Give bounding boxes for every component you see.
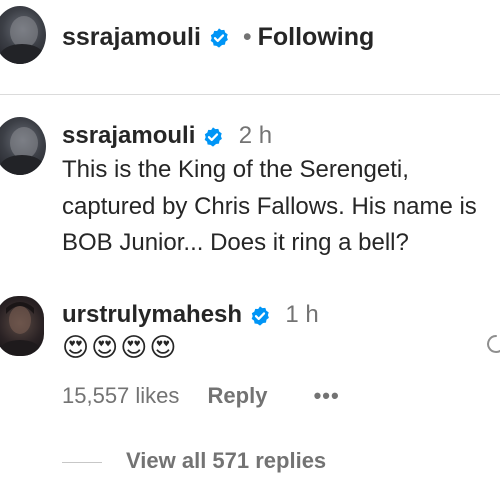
replies-divider — [62, 461, 102, 463]
avatar-image — [0, 302, 40, 356]
more-options-icon[interactable]: ••• — [314, 383, 340, 408]
header-divider — [0, 94, 500, 95]
comment-username[interactable]: urstrulymahesh — [62, 301, 242, 328]
reply-button[interactable]: Reply — [208, 383, 268, 408]
comment-time: 1 h — [285, 301, 319, 328]
post-username[interactable]: ssrajamouli — [62, 122, 195, 149]
header-line: ssrajamouli • Following — [62, 21, 374, 53]
view-replies[interactable]: View all 571 replies — [62, 446, 326, 476]
verified-icon — [202, 126, 224, 148]
comment-text: 😍😍😍😍 — [62, 332, 179, 362]
verified-icon — [208, 27, 230, 49]
post-time: 2 h — [238, 122, 273, 149]
following-button[interactable]: Following — [258, 23, 375, 51]
header-username[interactable]: ssrajamouli — [62, 23, 201, 51]
reply-icon[interactable] — [486, 334, 500, 354]
post-avatar[interactable] — [0, 117, 46, 175]
post-caption: This is the King of the Serengeti, captu… — [62, 152, 500, 262]
comment-avatar[interactable] — [0, 296, 44, 356]
comment-header: urstrulymahesh 1 h — [62, 300, 319, 330]
caption-line: This is the King of the Serengeti, — [62, 156, 409, 183]
avatar-image — [0, 127, 44, 175]
likes-count[interactable]: 15,557 likes — [62, 383, 179, 408]
caption-line: captured by Chris Fallows. His name is — [62, 192, 477, 220]
view-replies-button[interactable]: View all 571 replies — [126, 448, 326, 473]
post-header: ssrajamouli 2 h — [62, 121, 272, 151]
verified-icon — [249, 305, 271, 327]
header-avatar[interactable] — [0, 6, 46, 64]
caption-line: BOB Junior... Does it ring a bell? — [62, 229, 409, 256]
header-separator: • — [242, 23, 252, 51]
avatar-image — [0, 16, 44, 64]
comment-meta: 15,557 likes Reply ••• — [62, 381, 340, 411]
